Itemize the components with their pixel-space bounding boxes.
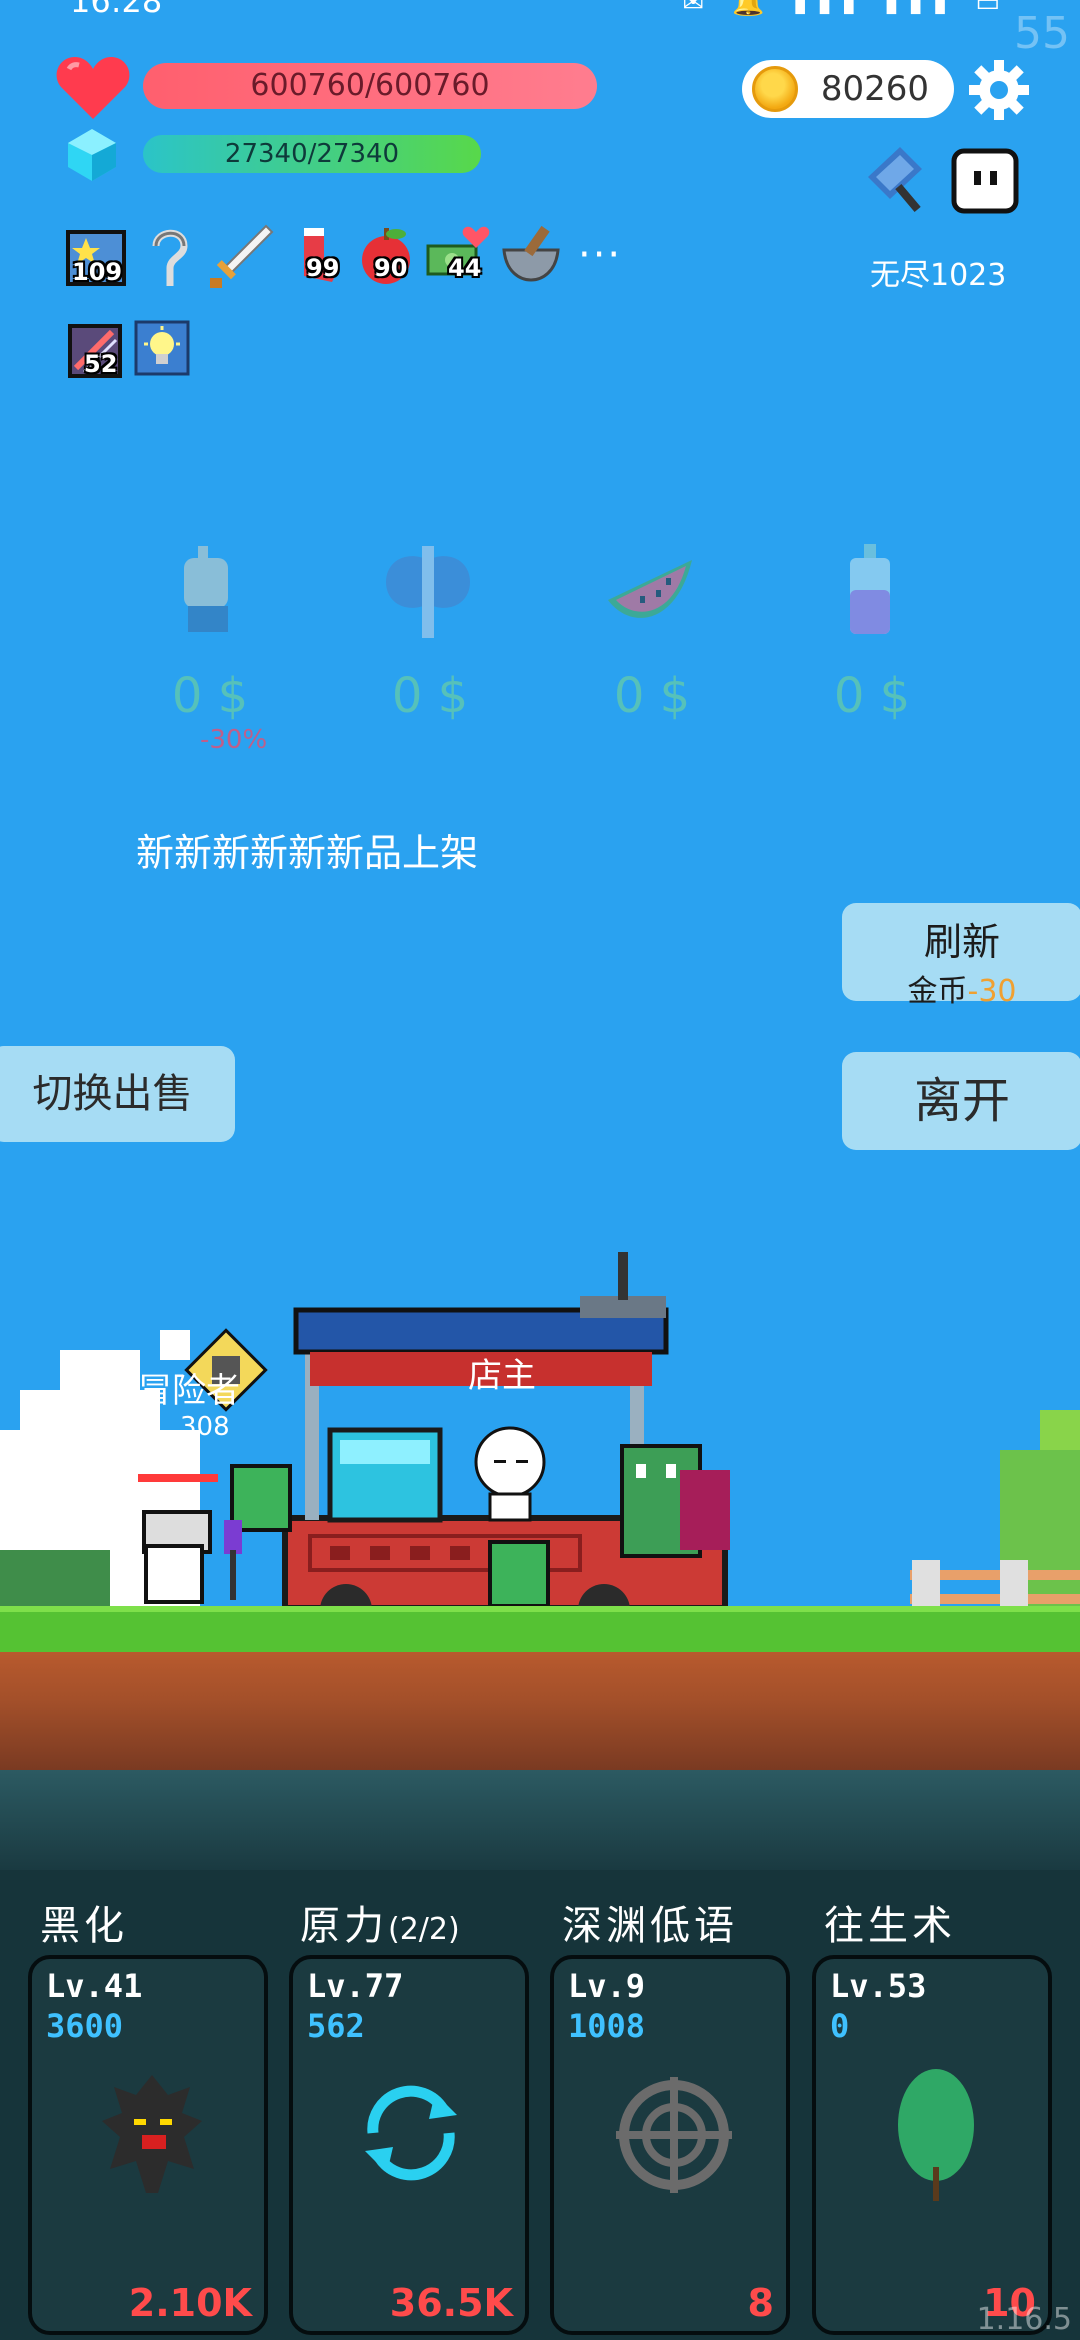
good-price: 0 $ (171, 668, 249, 724)
refresh-button[interactable]: 刷新 金币-30 (842, 903, 1080, 1009)
coin-icon (752, 66, 798, 112)
inventory-item[interactable]: 90 (356, 224, 420, 288)
ghost-icon[interactable] (948, 145, 1022, 217)
panel-band (0, 1770, 1080, 1870)
leave-button[interactable]: 离开 (842, 1052, 1080, 1150)
dark-tree-icon (102, 2075, 202, 2193)
skill-name: 深渊低语 (562, 1903, 738, 1949)
inventory-item[interactable]: 52 (66, 322, 130, 386)
skill-card[interactable]: Lv.41 3600 2.10K (28, 1955, 268, 2335)
gauntlet-icon[interactable] (162, 540, 262, 640)
good-price: 0 $ (391, 668, 469, 724)
skill-card[interactable]: Lv.77 562 36.5K (289, 1955, 529, 2335)
inventory-item[interactable] (498, 222, 562, 286)
blue-flag-icon[interactable] (862, 143, 944, 215)
leaf-icon (898, 2069, 974, 2201)
cycle-arrows-icon (365, 2085, 457, 2181)
heart-icon (56, 57, 130, 119)
adventurer-number: 308 (180, 1412, 230, 1442)
version-label: 1.16.5 (976, 2302, 1072, 2337)
discount-label: -30% (200, 725, 268, 755)
crystal-icon (68, 129, 116, 181)
coin-amount: 80260 (820, 69, 930, 109)
skill-card[interactable]: Lv.53 0 10 (812, 1955, 1052, 2335)
endless-level-label: 无尽1023 (870, 258, 1007, 293)
more-items-button[interactable]: ··· (578, 232, 622, 278)
hp-text: 600760/600760 (250, 68, 490, 103)
shopkeeper-label: 店主 (468, 1356, 536, 1396)
inventory-item[interactable]: 99 (288, 224, 352, 288)
skill-card[interactable]: Lv.9 1008 8 (550, 1955, 790, 2335)
refresh-cost: 金币-30 (907, 974, 1017, 1009)
gear-icon[interactable] (967, 58, 1031, 122)
mp-text: 27340/27340 (224, 139, 400, 169)
adventurer-label: 冒险者 (138, 1371, 240, 1411)
mortar-icon (502, 225, 560, 282)
lightbulb-icon (134, 320, 190, 376)
battle-axe-icon[interactable] (378, 540, 478, 640)
inventory-item[interactable] (206, 222, 274, 288)
good-price: 0 $ (613, 668, 691, 724)
inventory-item[interactable]: 44 (426, 224, 490, 288)
hook-icon (152, 229, 188, 286)
inventory-item[interactable] (140, 224, 204, 288)
sword-icon (210, 224, 274, 288)
skill-name: 往生术 (824, 1903, 956, 1949)
status-time: 16:28 (70, 0, 163, 20)
inventory-item[interactable]: 109 (64, 228, 128, 292)
switch-sell-button[interactable]: 切换出售 (0, 1046, 235, 1142)
fps-counter: 55 (1014, 8, 1070, 59)
status-icons: ✉ 🔔 ▮▮▮ ▮▮▮ ▭ (682, 0, 1010, 18)
refresh-title: 刷新 (923, 920, 1000, 964)
good-price: 0 $ (833, 668, 911, 724)
watermelon-icon[interactable] (600, 540, 700, 640)
new-arrivals-label: 新新新新新新品上架 (136, 831, 479, 875)
crosshair-icon (616, 2077, 732, 2193)
skill-name: 黑化 (40, 1903, 128, 1949)
ground-dirt (0, 1652, 1080, 1770)
potion-bottle-icon[interactable] (820, 540, 920, 640)
inventory-item[interactable] (134, 320, 198, 384)
skill-name: 原力(2/2) (300, 1903, 460, 1949)
ground-grass (0, 1606, 1080, 1652)
